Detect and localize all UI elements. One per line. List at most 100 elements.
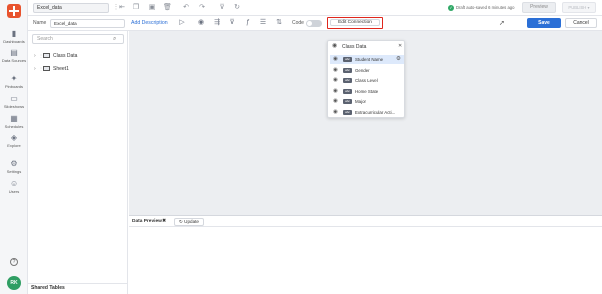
nav-item-explore[interactable]: ◈ Explore [0,134,28,154]
users-icon: ☺ [10,179,19,188]
name-label: Name [33,20,47,26]
data-tree-panel: Search ⌕ › ⋮ Class Data › ⋮ Sheet1 [28,31,128,294]
add-description-link[interactable]: Add Description [131,20,168,26]
close-icon[interactable]: ✖ [162,218,166,225]
edit-connection-button[interactable]: Edit Connection [330,19,380,26]
popup-title: Class Data [342,44,367,50]
visibility-icon[interactable]: ◉ [197,19,205,27]
refresh-icon[interactable]: ↻ [233,4,241,12]
help-icon[interactable]: ? [10,258,18,266]
name-input[interactable]: Excel_data [50,19,125,28]
nav-label: Pinboards [4,84,23,89]
eye-icon[interactable]: ◉ [333,76,338,85]
field-row-home-state[interactable]: ◉ abc Home State [330,87,404,96]
text-type-badge: abc [343,88,352,94]
popup-header: ◉ Class Data ✕ [328,41,406,52]
collapse-icon[interactable]: ⇤ [118,4,126,12]
cancel-button[interactable]: Cancel [565,18,597,28]
text-type-badge: abc [343,57,352,62]
transform-toolbar: Name Excel_data Add Description ▷ ◉ ⇶ ⊽ … [28,16,602,31]
delete-icon[interactable]: 🗑 [163,4,172,12]
publish-label: PUBLISH [568,5,587,10]
nav-item-settings[interactable]: ⚙ Settings [0,160,28,180]
explore-icon: ◈ [10,133,18,142]
field-row-major[interactable]: ◉ abc Major [330,97,404,106]
field-row-gender[interactable]: ◉ abc Gender [330,66,404,75]
eye-icon[interactable]: ◉ [333,55,338,64]
filter-icon[interactable]: ⊽ [228,19,236,27]
add-formula-icon[interactable]: ƒ [244,19,252,27]
tree-item-sheet1[interactable]: › ⋮ Sheet1 [34,65,69,73]
search-icon[interactable]: ⌕ [113,35,116,43]
filter-icon[interactable]: ⊽ [218,4,226,12]
nav-label: Explore [7,143,21,148]
update-button[interactable]: ↻ Update [174,218,204,226]
copy-icon[interactable]: ❐ [132,4,140,12]
tree-item-label: Sheet1 [53,66,69,72]
settings-icon[interactable]: ⚙ [396,55,401,64]
divider [28,283,128,284]
code-toggle[interactable] [306,20,322,27]
database-icon: ▤ [10,48,18,57]
eye-icon[interactable]: ◉ [333,108,338,117]
check-circle-icon: ✓ [448,4,454,11]
sort-icon[interactable]: ⇅ [275,19,283,27]
nav-item-users[interactable]: ☺ Users [0,180,28,200]
nav-label: Dashboards [3,39,25,44]
nav-item-schedules[interactable]: ▦ Schedules [0,115,28,135]
join-icon[interactable]: ⇶ [213,19,221,27]
avatar[interactable]: RK [7,276,21,290]
field-label: Home State [355,88,379,94]
data-preview-header: Data Preview ✖ ↻ Update [129,215,602,227]
pin-icon: ✦ [10,74,18,83]
field-label: Class Level [355,78,378,83]
calendar-icon: ▦ [10,114,18,123]
redo-icon[interactable]: ↷ [198,4,206,12]
field-row-class-level[interactable]: ◉ abc Class Level [330,76,404,85]
app-nav: ▮ Dashboards ▤ Data Sources ✦ Pinboards … [0,0,28,294]
paste-icon[interactable]: ▣ [148,4,156,12]
text-type-badge: abc [343,78,352,83]
refresh-icon: ↻ [179,219,183,224]
field-label: Gender [355,67,370,73]
aggregate-icon[interactable]: ☰ [259,19,267,27]
play-icon[interactable]: ▷ [178,19,186,27]
eye-icon[interactable]: ◉ [333,97,338,106]
eye-icon[interactable]: ◉ [332,43,337,50]
nav-item-pinboards[interactable]: ✦ Pinboards [0,75,28,95]
close-icon[interactable]: ✕ [398,43,402,50]
eye-icon[interactable]: ◉ [333,87,338,96]
class-data-popup: ◉ Class Data ✕ ◉ abc Student Name ⚙ ◉ ab… [327,40,405,118]
publish-button[interactable]: PUBLISH ▾ [562,2,596,13]
code-label: Code [292,20,304,26]
app-logo[interactable] [7,4,21,18]
undo-icon[interactable]: ↶ [182,4,190,12]
bar-chart-icon: ▮ [11,29,17,38]
nav-item-data-sources[interactable]: ▤ Data Sources [0,49,28,69]
tree-item-label: Class Data [53,53,78,59]
nav-item-dashboards[interactable]: ▮ Dashboards [0,30,28,50]
table-icon [43,53,50,59]
nav-item-slideshows[interactable]: ▭ Slideshows [0,95,28,115]
shared-tables-heading[interactable]: Shared Tables [31,285,65,291]
field-label: Extracurricular Acti... [355,109,396,115]
field-row-extracurricular[interactable]: ◉ abc Extracurricular Acti... [330,108,404,117]
data-preview-body [129,227,602,294]
table-icon [43,66,50,72]
file-name-field[interactable]: Excel_data [33,3,109,13]
top-bar: Excel_data ⋮ ⇤ ❐ ▣ 🗑 ↶ ↷ ⊽ ↻ ✓ Draft auto… [28,0,602,16]
text-type-badge: abc [343,67,352,73]
tree-item-class-data[interactable]: › ⋮ Class Data [34,52,77,60]
mouse-cursor-icon: ➚ [499,20,505,27]
preview-button[interactable]: Preview [522,2,556,13]
draft-status-text: Draft auto-saved 6 minutes ago [456,5,515,10]
gear-icon: ⚙ [10,159,18,168]
eye-icon[interactable]: ◉ [333,66,338,75]
nav-label: Data Sources [1,58,27,63]
nav-label: Settings [6,169,22,174]
nav-label: Slideshows [3,104,25,109]
nav-label: Schedules [4,124,24,129]
search-input[interactable]: Search [32,34,124,44]
field-row-student-name[interactable]: ◉ abc Student Name ⚙ [330,55,404,64]
save-button[interactable]: Save [527,18,561,28]
